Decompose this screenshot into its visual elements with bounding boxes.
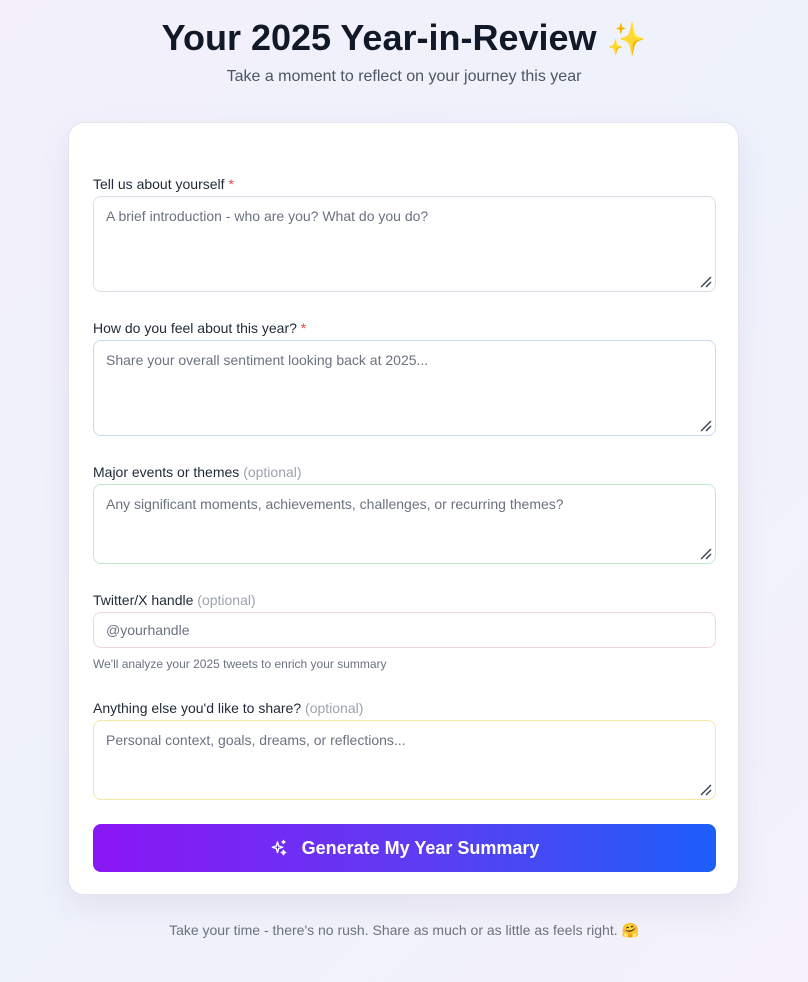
twitter-label: Twitter/X handle (optional) [93, 591, 256, 609]
about-textarea[interactable]: A brief introduction - who are you? What… [93, 196, 716, 292]
extra-placeholder: Personal context, goals, dreams, or refl… [106, 732, 406, 748]
sparkles-emoji-icon: ✨ [606, 21, 647, 57]
extra-textarea[interactable]: Personal context, goals, dreams, or refl… [93, 720, 716, 800]
resize-handle-icon[interactable] [699, 547, 713, 561]
resize-handle-icon[interactable] [699, 275, 713, 289]
about-label-text: Tell us about yourself [93, 176, 225, 192]
page-title-text: Your 2025 Year-in-Review [161, 17, 597, 58]
optional-text: (optional) [243, 464, 302, 480]
feeling-label: How do you feel about this year? * [93, 319, 306, 337]
page-title: Your 2025 Year-in-Review ✨ [0, 16, 808, 61]
feeling-label-text: How do you feel about this year? [93, 320, 297, 336]
feeling-placeholder: Share your overall sentiment looking bac… [106, 352, 429, 368]
resize-handle-icon[interactable] [699, 783, 713, 797]
optional-text: (optional) [197, 592, 256, 608]
generate-summary-button[interactable]: Generate My Year Summary [93, 824, 716, 872]
about-placeholder: A brief introduction - who are you? What… [106, 208, 429, 224]
extra-label-text: Anything else you'd like to share? [93, 700, 302, 716]
footer-note: Take your time - there's no rush. Share … [0, 920, 808, 940]
sparkles-icon [271, 839, 287, 856]
twitter-handle-input[interactable]: @yourhandle [93, 612, 716, 648]
optional-text: (optional) [305, 700, 364, 716]
events-label: Major events or themes (optional) [93, 463, 302, 481]
hugging-face-emoji-icon: 🤗 [621, 922, 639, 938]
events-textarea[interactable]: Any significant moments, achievements, c… [93, 484, 716, 564]
twitter-placeholder: @yourhandle [106, 622, 190, 638]
events-label-text: Major events or themes [93, 464, 240, 480]
required-mark: * [300, 320, 307, 336]
events-placeholder: Any significant moments, achievements, c… [106, 496, 564, 512]
twitter-label-text: Twitter/X handle [93, 592, 194, 608]
about-label: Tell us about yourself * [93, 175, 234, 193]
twitter-hint: We'll analyze your 2025 tweets to enrich… [93, 657, 387, 671]
required-mark: * [228, 176, 234, 192]
review-form-card: Tell us about yourself * A brief introdu… [68, 122, 739, 895]
resize-handle-icon[interactable] [699, 419, 713, 433]
page-subtitle: Take a moment to reflect on your journey… [226, 68, 582, 85]
footer-text: Take your time - there's no rush. Share … [169, 922, 618, 938]
generate-summary-label: Generate My Year Summary [301, 837, 540, 858]
extra-label: Anything else you'd like to share? (opti… [93, 699, 363, 717]
feeling-textarea[interactable]: Share your overall sentiment looking bac… [93, 340, 716, 436]
